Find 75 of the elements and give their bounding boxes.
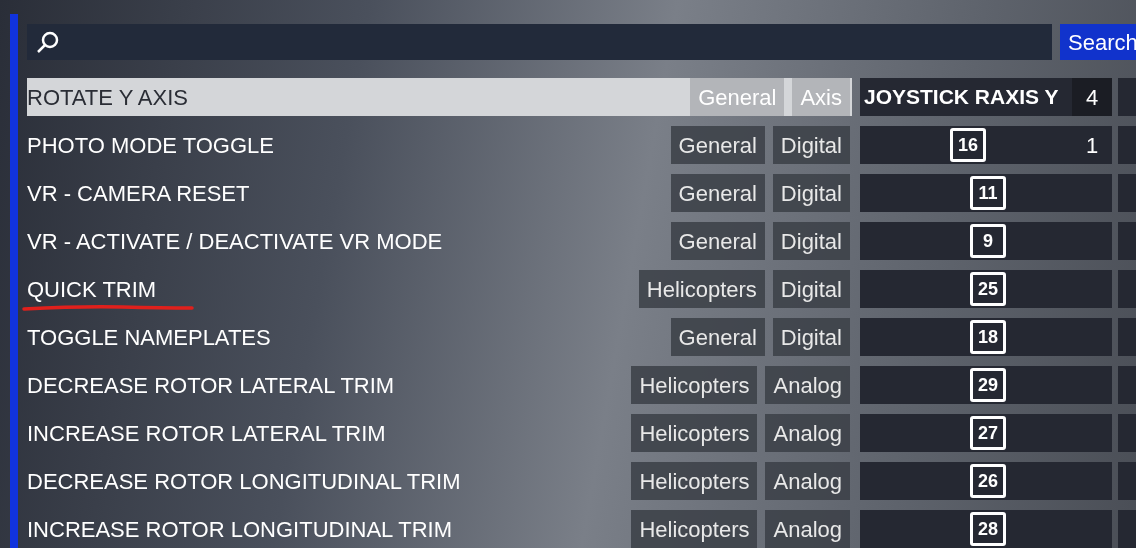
binding-cell[interactable]: JOYSTICK RAXIS Y 4 [860, 78, 1112, 116]
action-name: VR - ACTIVATE / DEACTIVATE VR MODE [27, 228, 443, 254]
action-row[interactable]: INCREASE ROTOR LATERAL TRIM Helicopters Analog [27, 414, 852, 452]
category-tag: Helicopters [631, 366, 758, 404]
input-type-tag: Axis [792, 78, 850, 116]
binding-cell[interactable]: 27 [860, 414, 1112, 452]
input-type-tag: Analog [765, 366, 850, 404]
button-number-key: 25 [970, 272, 1006, 306]
secondary-binding-cell[interactable] [1118, 126, 1136, 164]
search-icon [35, 29, 61, 55]
binding-count: 1 [1084, 131, 1100, 160]
search-button[interactable]: Search [1060, 24, 1136, 60]
button-number-key: 18 [970, 320, 1006, 354]
action-row[interactable]: DECREASE ROTOR LONGITUDINAL TRIM Helicopters Analog [27, 462, 852, 500]
action-row[interactable]: DECREASE ROTOR LATERAL TRIM Helicopters Analog [27, 366, 852, 404]
binding-cell[interactable]: 9 [860, 222, 1112, 260]
category-tag: General [670, 222, 765, 260]
action-name: DECREASE ROTOR LATERAL TRIM [27, 372, 395, 398]
action-name: ROTATE Y AXIS [27, 84, 188, 110]
category-tag: Helicopters [638, 270, 765, 308]
input-type-tag: Analog [765, 510, 850, 548]
secondary-binding-cell[interactable] [1118, 318, 1136, 356]
action-row[interactable]: VR - CAMERA RESET General Digital [27, 174, 852, 212]
button-number-key: 9 [970, 224, 1006, 258]
secondary-binding-cell[interactable] [1118, 414, 1136, 452]
button-number-key: 26 [970, 464, 1006, 498]
button-number-key: 28 [970, 512, 1006, 546]
input-type-tag: Analog [765, 462, 850, 500]
binding-cell[interactable]: 26 [860, 462, 1112, 500]
secondary-binding-cell[interactable] [1118, 174, 1136, 212]
binding-cell[interactable]: 29 [860, 366, 1112, 404]
action-name: QUICK TRIM [27, 276, 157, 302]
input-type-tag: Digital [772, 270, 850, 308]
input-type-tag: Digital [772, 174, 850, 212]
binding-count: 4 [1072, 78, 1112, 116]
binding-cell[interactable]: 11 [860, 174, 1112, 212]
secondary-binding-cell[interactable] [1118, 78, 1136, 116]
button-number-key: 27 [970, 416, 1006, 450]
binding-cell[interactable]: 16 1 [860, 126, 1112, 164]
action-name: INCREASE ROTOR LONGITUDINAL TRIM [27, 516, 452, 542]
secondary-binding-cell[interactable] [1118, 366, 1136, 404]
action-name: INCREASE ROTOR LATERAL TRIM [27, 420, 386, 446]
action-row[interactable]: INCREASE ROTOR LONGITUDINAL TRIM Helicopters Analog [27, 510, 852, 548]
binding-cell[interactable]: 25 [860, 270, 1112, 308]
action-row[interactable]: TOGGLE NAMEPLATES General Digital [27, 318, 852, 356]
secondary-binding-cell[interactable] [1118, 462, 1136, 500]
category-tag: General [670, 174, 765, 212]
category-tag: Helicopters [631, 414, 758, 452]
action-name: VR - CAMERA RESET [27, 180, 250, 206]
binding-label: JOYSTICK RAXIS Y [864, 84, 1060, 111]
secondary-binding-cell[interactable] [1118, 510, 1136, 548]
binding-cell[interactable]: 18 [860, 318, 1112, 356]
button-number-key: 11 [970, 176, 1006, 210]
action-row[interactable]: PHOTO MODE TOGGLE General Digital [27, 126, 852, 164]
input-type-tag: Digital [772, 222, 850, 260]
button-number-key: 16 [950, 128, 986, 162]
action-row[interactable]: VR - ACTIVATE / DEACTIVATE VR MODE General Digital [27, 222, 852, 260]
secondary-binding-cell[interactable] [1118, 270, 1136, 308]
secondary-binding-cell[interactable] [1118, 222, 1136, 260]
button-number-key: 29 [970, 368, 1006, 402]
category-tag: General [690, 78, 785, 116]
input-type-tag: Analog [765, 414, 850, 452]
action-row[interactable]: QUICK TRIM Helicopters Digital [27, 270, 852, 308]
category-tag: Helicopters [631, 510, 758, 548]
category-tag: Helicopters [631, 462, 758, 500]
action-name: PHOTO MODE TOGGLE [27, 132, 274, 158]
action-name: TOGGLE NAMEPLATES [27, 324, 271, 350]
binding-cell[interactable]: 28 [860, 510, 1112, 548]
category-tag: General [670, 318, 765, 356]
input-type-tag: Digital [772, 318, 850, 356]
search-field[interactable] [27, 24, 1052, 60]
action-row[interactable]: ROTATE Y AXIS General Axis [27, 78, 852, 116]
category-tag: General [670, 126, 765, 164]
action-name: DECREASE ROTOR LONGITUDINAL TRIM [27, 468, 461, 494]
input-type-tag: Digital [772, 126, 850, 164]
